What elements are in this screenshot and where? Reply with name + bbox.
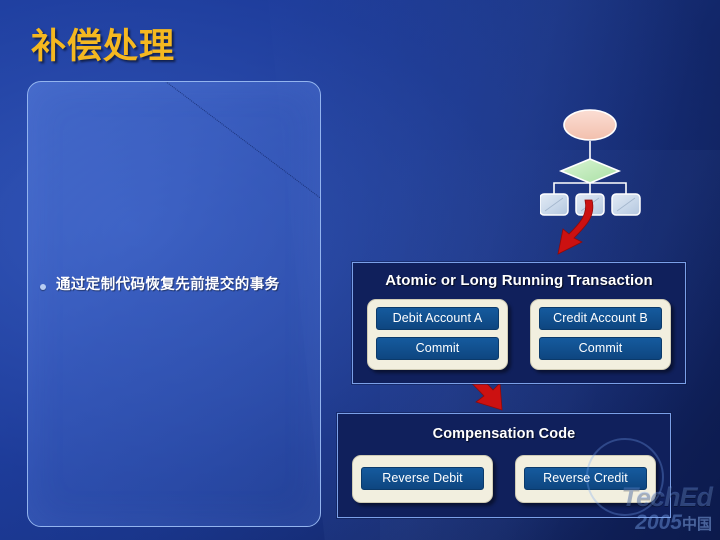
panel-diagonal-line	[145, 82, 320, 242]
bullet-list-item: 通过定制代码恢复先前提交的事务	[40, 275, 308, 296]
bullet-item-label: 通过定制代码恢复先前提交的事务	[56, 277, 280, 293]
decision-diamond	[558, 158, 622, 184]
reverse-debit-card[interactable]: Reverse Debit	[352, 455, 493, 503]
watermark-region: 中国	[681, 516, 712, 533]
bullet-marker-icon	[40, 284, 46, 290]
start-ellipse	[563, 109, 617, 141]
debit-account-a-step[interactable]: Debit Account A	[376, 307, 499, 330]
credit-commit-step[interactable]: Commit	[539, 337, 662, 360]
presentation-slide: 补偿处理 通过定制代码恢复先前提交的事务 Atomic or Long Runn…	[0, 0, 720, 540]
reverse-debit-step[interactable]: Reverse Debit	[361, 467, 484, 490]
debit-commit-step[interactable]: Commit	[376, 337, 499, 360]
page-title: 补偿处理	[31, 27, 176, 66]
atomic-transaction-box: Atomic or Long Running Transaction Debit…	[352, 262, 686, 384]
debit-card[interactable]: Debit Account A Commit	[367, 299, 508, 370]
credit-account-b-step[interactable]: Credit Account B	[539, 307, 662, 330]
content-panel: 通过定制代码恢复先前提交的事务	[27, 81, 321, 527]
atomic-transaction-title: Atomic or Long Running Transaction	[385, 272, 653, 289]
process-flow-diagram	[539, 100, 700, 225]
atomic-transaction-cards: Debit Account A Commit Credit Account B …	[353, 299, 685, 370]
credit-card[interactable]: Credit Account B Commit	[530, 299, 671, 370]
watermark-ring	[586, 438, 664, 516]
